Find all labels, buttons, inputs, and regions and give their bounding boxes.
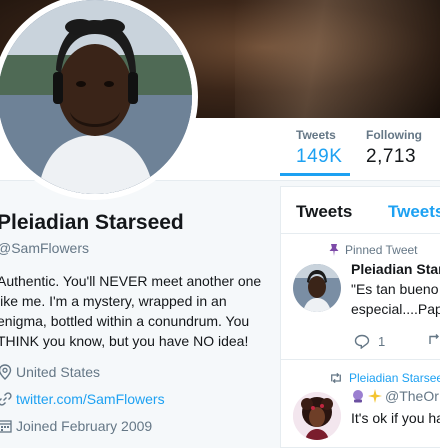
tweet-text-line: It's ok if you ha — [351, 410, 440, 426]
tweet-author-name[interactable]: Pleiadian Starseed — [351, 261, 440, 277]
link-icon — [0, 392, 12, 406]
profile-location: United States — [0, 364, 100, 380]
profile-handle[interactable]: @SamFlowers — [0, 240, 89, 256]
tweet-divider — [281, 359, 440, 360]
tweet-timeline: Tweets Tweets Pinned Tweet Pleiadian Sta… — [280, 186, 440, 448]
location-text: United States — [16, 364, 101, 380]
reply-count: 1 — [378, 334, 386, 349]
bio-line: like me. I'm a mystery, wrapped in an — [0, 293, 227, 309]
reply-button[interactable]: 1 — [354, 334, 385, 349]
stat-tweets[interactable]: Tweets 149K — [279, 128, 351, 176]
crystal-ball-emoji-icon — [353, 390, 363, 403]
tweet-avatar[interactable] — [293, 264, 341, 312]
pinned-tweet-context: Pinned Tweet — [329, 243, 418, 257]
pin-icon — [329, 244, 339, 256]
stat-following-label: Following — [366, 128, 422, 142]
tweet-text-line: especial....Pap — [351, 301, 440, 317]
tweet-actions: 1 — [354, 333, 440, 350]
bio-line: enigma, bottled within a conundrum. You — [0, 313, 250, 329]
tweet-avatar-photo — [293, 392, 341, 440]
tweet-author-row[interactable]: @TheOr — [351, 388, 439, 404]
banner-image-detail — [235, 0, 440, 118]
tweet-author-handle[interactable]: @TheOr — [385, 388, 439, 404]
profile-website[interactable]: twitter.com/SamFlowers — [0, 391, 165, 407]
pinned-label: Pinned Tweet — [345, 243, 418, 257]
tab-tweets-and-replies[interactable]: Tweets — [388, 202, 440, 222]
bio-line: THINK you know, but you have NO idea! — [0, 333, 249, 349]
profile-name: Pleiadian Starseed — [0, 211, 184, 234]
tweet-avatar-photo — [293, 264, 341, 312]
sparkles-emoji-icon — [368, 389, 382, 403]
profile-joined: Joined February 2009 — [0, 418, 152, 434]
retweet-icon — [331, 372, 341, 384]
retweet-context: Pleiadian Starseed Retweeted — [329, 371, 440, 385]
stat-tweets-value: 149K — [296, 146, 343, 167]
stat-following[interactable]: Following 2,713 — [366, 128, 422, 168]
website-link[interactable]: twitter.com/SamFlowers — [16, 391, 165, 407]
retweet-button[interactable] — [427, 333, 440, 350]
tweet-avatar[interactable] — [293, 392, 341, 440]
joined-text: Joined February 2009 — [16, 418, 153, 434]
stat-following-value: 2,713 — [366, 146, 417, 167]
calendar-icon — [0, 420, 12, 433]
tweet-text-line: "Es tan bueno — [351, 281, 439, 297]
retweet-label[interactable]: Pleiadian Starseed Retweeted — [349, 371, 440, 385]
stat-tweets-label: Tweets — [296, 128, 336, 142]
timeline-tabs: Tweets Tweets — [281, 187, 440, 234]
reply-icon — [354, 334, 370, 349]
bio-line: Authentic. You'll NEVER meet another one — [0, 273, 262, 289]
profile-bio: Authentic. You'll NEVER meet another one… — [0, 271, 265, 351]
tab-tweets[interactable]: Tweets — [296, 202, 352, 222]
map-pin-icon — [0, 364, 12, 380]
avatar-photo — [0, 0, 192, 194]
retweet-icon — [429, 334, 440, 344]
